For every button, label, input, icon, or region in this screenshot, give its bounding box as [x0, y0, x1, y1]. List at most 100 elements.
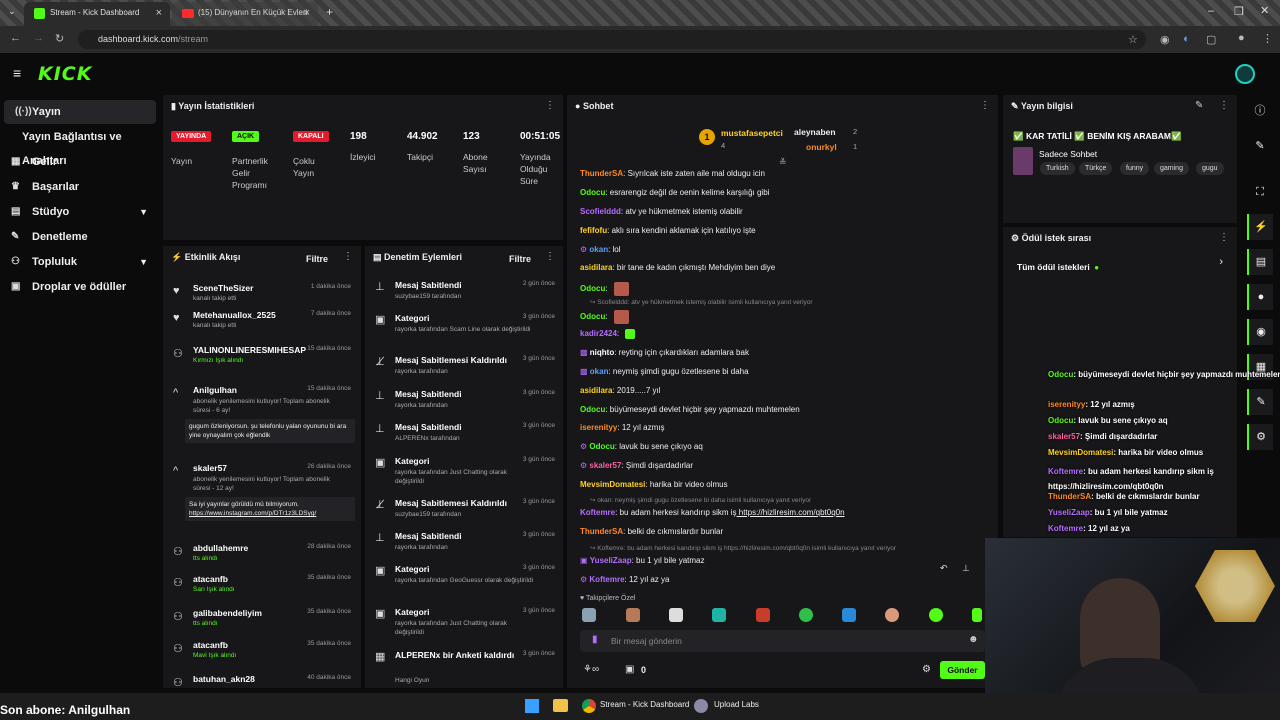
activity-item[interactable]: ⚇ atacanfb Sarı Işık alındı 35 dakika önce	[163, 574, 361, 608]
chat-username[interactable]: Odocu	[580, 405, 605, 414]
tag[interactable]: Türkçe	[1079, 162, 1113, 175]
more-options-icon[interactable]: ⋮	[980, 100, 990, 111]
chat-message[interactable]: ▩ okan: neymiş şimdi gugu özetlesene bi …	[580, 367, 749, 376]
extensions-puzzle-icon[interactable]: ▢	[1206, 33, 1216, 46]
activity-username[interactable]: atacanfb	[193, 640, 228, 650]
chat-message[interactable]: Odocu:	[580, 282, 629, 296]
chrome-icon[interactable]	[582, 699, 596, 713]
broadcast-icon[interactable]: ◉	[1247, 319, 1273, 345]
chat-settings-gear-icon[interactable]: ⚙	[922, 664, 931, 675]
browser-tab-youtube[interactable]: (15) Dünyanın En Küçük Evleri ×	[172, 2, 318, 26]
chat-username[interactable]: Koftemre	[589, 575, 624, 584]
emote[interactable]	[842, 608, 856, 622]
chat-username[interactable]: skaler57	[589, 461, 621, 470]
chat-message[interactable]: Scofielddd: atv ye hükmetmek istemiş ola…	[580, 207, 743, 216]
expand-chevron-icon[interactable]: ≚	[779, 157, 787, 168]
moderation-item[interactable]: ▣ Kategori rayorka tarafından Just Chattin…	[365, 456, 563, 488]
tag[interactable]: gugu	[1196, 162, 1224, 175]
chat-username[interactable]: Odocu	[589, 442, 614, 451]
chat-message[interactable]: ⚙ skaler57: Şimdi dışardadırlar	[580, 461, 693, 470]
back-icon[interactable]: ←	[10, 32, 21, 44]
emote[interactable]	[972, 608, 982, 622]
sidebar-item-basarilar[interactable]: ♛ Başarılar	[0, 175, 160, 199]
filter-button[interactable]: Filtre	[509, 254, 531, 264]
chat-username[interactable]: Odocu	[580, 284, 605, 293]
chat-username[interactable]: kadir2424	[580, 329, 617, 338]
emote[interactable]	[885, 608, 899, 622]
moderation-item[interactable]: ⊥ Mesaj Sabitlendi ALPERENx tarafından 3 gü…	[365, 422, 563, 454]
chat-message[interactable]: ThunderSA: belki de cıkmıslardır bunlar	[580, 527, 723, 536]
moderation-item[interactable]: ⊥̸ Mesaj Sabitlemesi Kaldırıldı rayorka ta…	[365, 355, 563, 387]
chat-icon[interactable]: ●	[1247, 284, 1273, 310]
taskbar-item-label[interactable]: Upload Labs	[714, 700, 759, 709]
tag[interactable]: Turkish	[1040, 162, 1075, 175]
chat-message[interactable]: asidilara: 2019.....7 yıl	[580, 386, 661, 395]
url-field[interactable]: dashboard.kick.com/stream	[78, 30, 1146, 49]
activity-username[interactable]: atacanfb	[193, 574, 228, 584]
chat-message[interactable]: fefifofu: aklı sıra kendini aklamak için…	[580, 226, 756, 235]
reply-context[interactable]: ↪ Scofielddd: atv ye hükmetmek istemiş o…	[590, 298, 813, 306]
chat-username[interactable]: ThunderSA	[580, 527, 623, 536]
chat-username[interactable]: fefifofu	[580, 226, 607, 235]
more-options-icon[interactable]: ⋮	[545, 251, 555, 262]
chat-message[interactable]: kadir2424:	[580, 329, 636, 339]
chat-username[interactable]: okan	[589, 245, 608, 254]
chat-message[interactable]: asidilara: bir tane de kadın çıkmıştı Me…	[580, 263, 775, 272]
info-icon[interactable]: ⓘ	[1247, 98, 1273, 124]
user-avatar[interactable]	[1235, 64, 1255, 84]
tab-close-icon[interactable]: ×	[156, 2, 162, 24]
gift-icon[interactable]: ▣	[625, 664, 634, 675]
emote[interactable]	[582, 608, 596, 622]
chat-input[interactable]: ▮ Bir mesaj gönderin ☻	[580, 630, 985, 652]
chat-username[interactable]: Scofielddd	[580, 207, 621, 216]
activity-item[interactable]: ⚇ batuhan_akn28 40 dakika önce	[163, 674, 361, 688]
activity-username[interactable]: YALINONLINERESMIHESAP	[193, 345, 306, 355]
tag[interactable]: funny	[1120, 162, 1150, 175]
pin-icon[interactable]: ⊥	[962, 563, 970, 574]
chat-message[interactable]: Koftemre: bu adam herkesi kandırıp sikm …	[580, 508, 845, 517]
sidebar-item-yayin[interactable]: ((·)) Yayın	[4, 100, 156, 124]
chat-message[interactable]: ⚙ Odocu: lavuk bu sene çıkıyo aq	[580, 442, 703, 451]
filter-button[interactable]: Filtre	[306, 254, 328, 264]
activity-username[interactable]: batuhan_akn28	[193, 674, 255, 684]
chat-username[interactable]: Odocu	[580, 188, 605, 197]
profile-avatar-icon[interactable]: ●	[1238, 32, 1245, 44]
tag[interactable]: gaming	[1154, 162, 1189, 175]
emoji-picker-icon[interactable]: ☻	[968, 634, 979, 645]
activity-username[interactable]: abdullahemre	[193, 543, 248, 553]
category-name[interactable]: Sadece Sohbet	[1039, 149, 1097, 159]
more-options-icon[interactable]: ⋮	[1219, 232, 1229, 243]
chat-link[interactable]: https://hizliresim.com/qbt0q0n	[737, 508, 845, 517]
extension-icon[interactable]: ◉	[1160, 33, 1170, 46]
chat-username[interactable]: iserenityy	[580, 423, 617, 432]
chat-username[interactable]: asidilara	[580, 263, 612, 272]
more-options-icon[interactable]: ⋮	[343, 251, 353, 262]
close-window-icon[interactable]: ✕	[1260, 4, 1269, 17]
quick-action-bolt-icon[interactable]: ⚡	[1247, 214, 1273, 240]
chat-username[interactable]: ThunderSA	[580, 169, 623, 178]
edit-pencil-icon[interactable]: ✎	[1195, 100, 1203, 111]
activity-username[interactable]: SceneTheSizer	[193, 283, 253, 293]
emote[interactable]	[626, 608, 640, 622]
more-options-icon[interactable]: ⋮	[1219, 100, 1229, 111]
wrench-icon[interactable]: ✎	[1247, 389, 1273, 415]
document-icon[interactable]: ▤	[1247, 249, 1273, 275]
more-options-icon[interactable]: ⋮	[545, 100, 555, 111]
sidebar-item-denetleme[interactable]: ✎ Denetleme	[0, 225, 160, 249]
upload-labs-icon[interactable]	[694, 699, 708, 713]
activity-item[interactable]: ^ skaler57 abonelik yenilemesini kutluyor!…	[163, 463, 361, 521]
channel-points-icon[interactable]: ⚘∞	[583, 664, 599, 675]
reply-context[interactable]: ↪ okan: neymiş şimdi gugu özetlesene bi …	[590, 496, 811, 504]
activity-username[interactable]: galibabendeliyim	[193, 608, 262, 618]
chat-username[interactable]: Odocu	[580, 312, 605, 321]
sidebar-item-stream-key[interactable]: Yayın Bağlantısı ve Anahtarı	[0, 125, 160, 167]
activity-item[interactable]: ^ Anilgulhan abonelik yenilemesini kutluyo…	[163, 385, 361, 443]
activity-item[interactable]: ⚇ YALINONLINERESMIHESAP Kırmızı Işık alınd…	[163, 345, 361, 379]
maximize-icon[interactable]: ❐	[1234, 5, 1244, 18]
chat-message[interactable]: ⚙ Koftemre: 12 yıl az ya	[580, 575, 669, 584]
chat-message[interactable]: Odocu: esrarengiz değil de oenin kelime …	[580, 188, 769, 197]
reload-icon[interactable]: ↻	[55, 32, 64, 45]
chat-message[interactable]: ThunderSA: Sıyrılcak iste zaten aile mal…	[580, 169, 765, 178]
moderation-item[interactable]: ▣ Kategori rayorka tarafından Just Chattin…	[365, 607, 563, 639]
send-button[interactable]: Gönder	[940, 661, 985, 679]
